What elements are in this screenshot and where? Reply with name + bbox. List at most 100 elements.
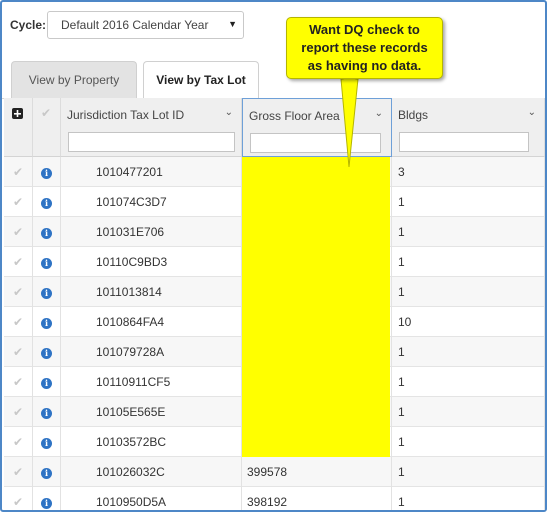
cell-tax-lot-id: 1010950D5A — [61, 487, 242, 510]
row-select-checkbox[interactable]: ✔ — [4, 427, 33, 457]
cell-tax-lot-id: 101026032C — [61, 457, 242, 487]
checkmark-icon[interactable]: ✔ — [13, 435, 23, 449]
callout-line: as having no data. — [307, 58, 422, 73]
callout-line: report these records — [301, 40, 428, 55]
header-bldgs[interactable]: Bldgs ⌄ — [392, 98, 545, 157]
row-select-checkbox[interactable]: ✔ — [4, 457, 33, 487]
filter-input-tax-lot-id[interactable] — [68, 132, 235, 152]
column-title: Bldgs — [398, 108, 429, 122]
row-info-cell[interactable]: i — [33, 217, 61, 247]
row-select-checkbox[interactable]: ✔ — [4, 397, 33, 427]
row-select-checkbox[interactable]: ✔ — [4, 487, 33, 510]
cycle-selected-value: Default 2016 Calendar Year — [61, 18, 209, 32]
checkmark-icon[interactable]: ✔ — [13, 225, 23, 239]
cycle-select[interactable]: Default 2016 Calendar Year ▼ — [47, 11, 244, 39]
info-icon[interactable]: i — [41, 468, 52, 479]
row-info-cell[interactable]: i — [33, 307, 61, 337]
checkmark-icon[interactable]: ✔ — [13, 315, 23, 329]
info-icon[interactable]: i — [41, 168, 52, 179]
checkmark-icon[interactable]: ✔ — [13, 495, 23, 509]
tab-view-by-tax-lot[interactable]: View by Tax Lot — [143, 61, 259, 100]
row-select-checkbox[interactable]: ✔ — [4, 337, 33, 367]
row-select-checkbox[interactable]: ✔ — [4, 307, 33, 337]
cell-tax-lot-id: 101079728A — [61, 337, 242, 367]
cell-bldgs: 1 — [392, 427, 545, 457]
cell-tax-lot-id: 101074C3D7 — [61, 187, 242, 217]
tab-view-by-property[interactable]: View by Property — [11, 61, 137, 99]
cell-bldgs: 3 — [392, 157, 545, 187]
row-info-cell[interactable]: i — [33, 277, 61, 307]
info-icon[interactable]: i — [41, 378, 52, 389]
filter-input-bldgs[interactable] — [399, 132, 529, 152]
filter-input-gross-floor-area[interactable] — [250, 133, 381, 153]
info-icon[interactable]: i — [41, 288, 52, 299]
checkmark-icon[interactable]: ✔ — [13, 165, 23, 179]
row-info-cell[interactable]: i — [33, 157, 61, 187]
info-icon[interactable]: i — [41, 258, 52, 269]
info-icon[interactable]: i — [41, 198, 52, 209]
info-icon[interactable]: i — [41, 498, 52, 509]
info-icon[interactable]: i — [41, 438, 52, 449]
cell-tax-lot-id: 10105E565E — [61, 397, 242, 427]
missing-data-highlight — [242, 157, 390, 457]
checkmark-icon[interactable]: ✔ — [13, 375, 23, 389]
checkmark-icon[interactable]: ✔ — [13, 195, 23, 209]
chevron-down-icon: ▼ — [228, 19, 237, 29]
row-select-checkbox[interactable]: ✔ — [4, 367, 33, 397]
row-select-checkbox[interactable]: ✔ — [4, 157, 33, 187]
cycle-label: Cycle: — [10, 18, 47, 32]
row-info-cell[interactable]: i — [33, 427, 61, 457]
checkmark-icon[interactable]: ✔ — [13, 285, 23, 299]
cell-bldgs: 1 — [392, 247, 545, 277]
row-info-cell[interactable]: i — [33, 367, 61, 397]
cell-tax-lot-id: 1011013814 — [61, 277, 242, 307]
info-icon[interactable]: i — [41, 348, 52, 359]
checkmark-icon[interactable]: ✔ — [13, 465, 23, 479]
cell-tax-lot-id: 1010477201 — [61, 157, 242, 187]
info-icon[interactable]: i — [41, 408, 52, 419]
row-info-cell[interactable]: i — [33, 187, 61, 217]
row-select-checkbox[interactable]: ✔ — [4, 217, 33, 247]
cell-bldgs: 1 — [392, 277, 545, 307]
header-gross-floor-area[interactable]: Gross Floor Area ⌄ — [242, 98, 392, 157]
row-select-checkbox[interactable]: ✔ — [4, 187, 33, 217]
chevron-down-icon[interactable]: ⌄ — [225, 107, 233, 118]
app-frame: Cycle: Default 2016 Calendar Year ▼ View… — [0, 0, 547, 512]
expand-all-header[interactable] — [4, 98, 33, 157]
callout-line: Want DQ check to — [309, 22, 420, 37]
cell-gross-floor-area: 399578 — [242, 457, 392, 487]
tab-label: View by Property — [28, 73, 120, 87]
row-select-checkbox[interactable]: ✔ — [4, 247, 33, 277]
cell-bldgs: 1 — [392, 337, 545, 367]
select-all-header[interactable]: ✔ — [33, 98, 61, 157]
tab-label: View by Tax Lot — [156, 73, 246, 87]
header-jurisdiction-tax-lot-id[interactable]: Jurisdiction Tax Lot ID ⌄ — [61, 98, 242, 157]
info-icon[interactable]: i — [41, 318, 52, 329]
cell-tax-lot-id: 101031E706 — [61, 217, 242, 247]
row-info-cell[interactable]: i — [33, 487, 61, 510]
checkmark-icon[interactable]: ✔ — [13, 345, 23, 359]
checkmark-icon[interactable]: ✔ — [13, 255, 23, 269]
row-select-checkbox[interactable]: ✔ — [4, 277, 33, 307]
column-title: Jurisdiction Tax Lot ID — [67, 108, 185, 122]
table-row[interactable]: ✔ i 101026032C 399578 1 — [4, 457, 545, 487]
info-icon[interactable]: i — [41, 228, 52, 239]
row-info-cell[interactable]: i — [33, 457, 61, 487]
cell-gross-floor-area: 398192 — [242, 487, 392, 510]
chevron-down-icon[interactable]: ⌄ — [528, 107, 536, 118]
cell-tax-lot-id: 10110C9BD3 — [61, 247, 242, 277]
cell-bldgs: 1 — [392, 367, 545, 397]
row-info-cell[interactable]: i — [33, 247, 61, 277]
row-info-cell[interactable]: i — [33, 337, 61, 367]
annotation-callout: Want DQ check to report these records as… — [286, 17, 443, 79]
plus-square-icon[interactable] — [12, 108, 23, 119]
cell-bldgs: 1 — [392, 397, 545, 427]
cell-bldgs: 10 — [392, 307, 545, 337]
cell-bldgs: 1 — [392, 487, 545, 510]
checkmark-icon[interactable]: ✔ — [41, 106, 51, 120]
chevron-down-icon[interactable]: ⌄ — [375, 108, 383, 119]
row-info-cell[interactable]: i — [33, 397, 61, 427]
cell-bldgs: 1 — [392, 217, 545, 247]
table-row[interactable]: ✔ i 1010950D5A 398192 1 — [4, 487, 545, 510]
checkmark-icon[interactable]: ✔ — [13, 405, 23, 419]
